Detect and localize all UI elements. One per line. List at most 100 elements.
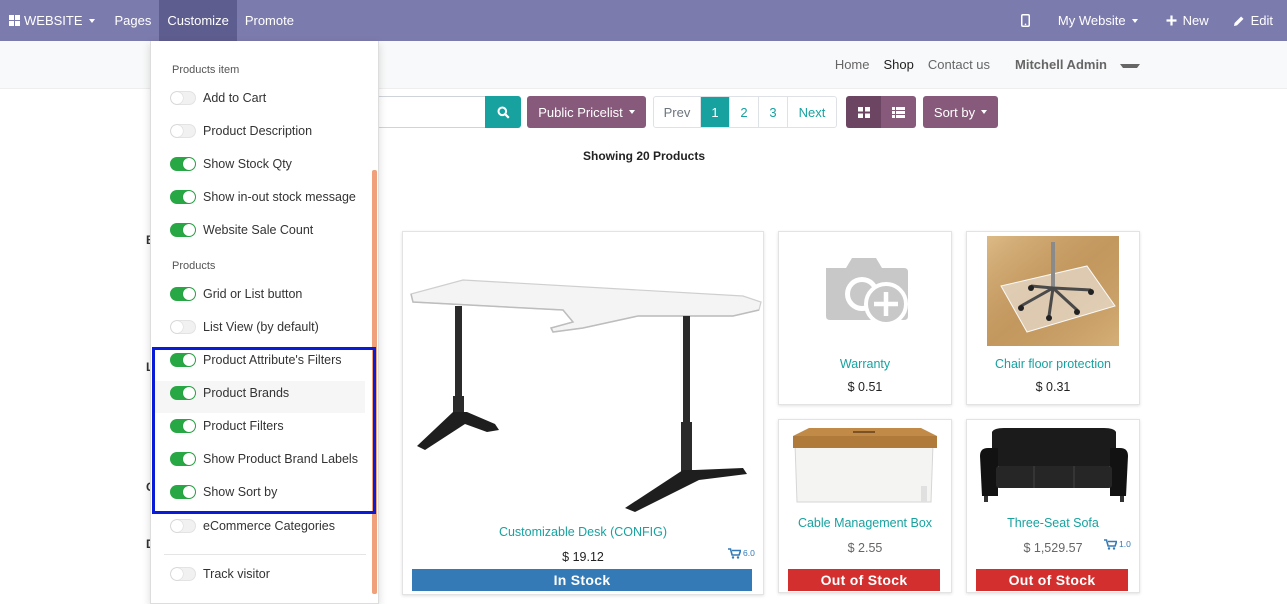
stock-status-badge: Out of Stock	[976, 569, 1128, 591]
product-price: $ 0.51	[847, 380, 883, 394]
option-label: Show Stock Qty	[203, 157, 292, 171]
option-label: Track visitor	[203, 567, 270, 581]
option-stock-message[interactable]: Show in-out stock message	[170, 187, 356, 207]
search-button[interactable]	[485, 96, 521, 128]
site-nav: Home Shop Contact us Mitchell Admin	[828, 57, 1147, 72]
pager-prev[interactable]: Prev	[654, 97, 701, 127]
menu-promote[interactable]: Promote	[237, 0, 302, 41]
option-product-description[interactable]: Product Description	[170, 121, 312, 141]
product-card[interactable]: Cable Management Box $ 2.55 Out of Stock	[778, 419, 952, 593]
mobile-icon	[1020, 14, 1030, 27]
toggle-switch[interactable]	[170, 124, 196, 138]
new-button[interactable]: New	[1152, 0, 1223, 41]
apps-menu-button[interactable]: WEBSITE	[0, 0, 103, 41]
sort-by-dropdown[interactable]: Sort by	[923, 96, 998, 128]
pencil-icon	[1233, 16, 1244, 26]
chevron-down-icon	[1120, 63, 1140, 68]
grid-view-button[interactable]	[846, 96, 881, 128]
user-menu[interactable]: Mitchell Admin	[1001, 57, 1147, 72]
my-website-dropdown[interactable]: My Website	[1044, 0, 1152, 41]
highlight-annotation-box	[152, 347, 376, 514]
toggle-switch[interactable]	[170, 519, 196, 533]
cart-quantity-value: 1.0	[1119, 539, 1131, 549]
option-add-to-cart[interactable]: Add to Cart	[170, 88, 266, 108]
menu-promote-label: Promote	[244, 13, 294, 28]
option-grid-or-list[interactable]: Grid or List button	[170, 284, 302, 304]
section-header-products-item: Products item	[172, 64, 240, 76]
toggle-switch[interactable]	[170, 190, 196, 204]
grid-icon	[857, 106, 870, 118]
user-name: Mitchell Admin	[1015, 57, 1107, 72]
menu-customize[interactable]: Customize	[159, 0, 237, 41]
toggle-switch[interactable]	[170, 567, 196, 581]
pricelist-label: Public Pricelist	[538, 104, 623, 120]
toggle-switch[interactable]	[170, 287, 196, 301]
cart-quantity-value: 6.0	[743, 548, 755, 558]
pager-page-3[interactable]: 3	[759, 97, 788, 127]
option-label: Grid or List button	[203, 287, 303, 301]
pager: Prev 1 2 3 Next	[653, 96, 837, 128]
product-image-sofa	[980, 428, 1128, 502]
edit-button[interactable]: Edit	[1223, 0, 1287, 41]
pager-page-1[interactable]: 1	[701, 97, 730, 127]
section-header-products: Products	[172, 260, 216, 272]
product-name[interactable]: Three-Seat Sofa	[967, 516, 1139, 530]
toggle-switch[interactable]	[170, 157, 196, 171]
option-list-view-default[interactable]: List View (by default)	[170, 317, 319, 337]
product-name[interactable]: Customizable Desk (CONFIG)	[403, 525, 763, 539]
menu-pages-label: Pages	[114, 13, 152, 28]
menu-pages[interactable]: Pages	[107, 0, 160, 41]
product-price: $ 0.31	[1035, 380, 1071, 394]
mobile-preview-button[interactable]	[1007, 0, 1044, 41]
camera-plus-icon	[826, 258, 908, 326]
toggle-switch[interactable]	[170, 320, 196, 334]
edit-label: Edit	[1250, 13, 1273, 28]
product-count-text: Showing 20 Products	[583, 149, 706, 163]
view-toggle	[846, 96, 916, 128]
stock-status-badge: Out of Stock	[788, 569, 940, 591]
product-card[interactable]: Customizable Desk (CONFIG) $ 19.12 6.0 I…	[402, 231, 764, 595]
list-view-button[interactable]	[881, 96, 916, 128]
product-image-cable-box	[793, 428, 937, 503]
pricelist-dropdown[interactable]: Public Pricelist	[527, 96, 646, 128]
my-website-label: My Website	[1057, 13, 1126, 28]
option-label: eCommerce Categories	[203, 519, 335, 533]
chevron-down-icon	[1131, 18, 1138, 23]
product-price: $ 2.55	[847, 541, 883, 555]
option-website-sale-count[interactable]: Website Sale Count	[170, 220, 313, 240]
product-card[interactable]: Three-Seat Sofa $ 1,529.57 1.0 Out of St…	[966, 419, 1140, 593]
product-name[interactable]: Warranty	[779, 357, 951, 371]
product-card[interactable]: Chair floor protection $ 0.31	[966, 231, 1140, 405]
new-label: New	[1182, 13, 1209, 28]
option-show-stock-qty[interactable]: Show Stock Qty	[170, 154, 292, 174]
list-icon	[892, 106, 905, 118]
product-name[interactable]: Cable Management Box	[779, 516, 951, 530]
option-label: Add to Cart	[203, 91, 267, 105]
nav-shop[interactable]: Shop	[877, 57, 921, 72]
chevron-down-icon	[981, 110, 988, 114]
chevron-down-icon	[628, 110, 635, 114]
toggle-switch[interactable]	[170, 91, 196, 105]
cart-icon	[728, 548, 741, 559]
chevron-down-icon	[88, 18, 95, 23]
top-navbar: WEBSITE Pages Customize Promote My Websi…	[0, 0, 1287, 41]
cart-icon	[1104, 539, 1117, 550]
nav-contact[interactable]: Contact us	[921, 57, 997, 72]
option-label: Website Sale Count	[203, 223, 314, 237]
product-image-desk	[410, 279, 762, 512]
search-icon	[497, 106, 510, 119]
search-input[interactable]	[378, 96, 486, 128]
nav-home[interactable]: Home	[828, 57, 877, 72]
stock-status-badge: In Stock	[412, 569, 752, 591]
cart-quantity: 6.0	[728, 548, 755, 559]
option-track-visitor[interactable]: Track visitor	[170, 564, 270, 584]
pager-next[interactable]: Next	[788, 97, 836, 127]
option-label: Show in-out stock message	[203, 190, 356, 204]
option-ecommerce-categories[interactable]: eCommerce Categories	[170, 516, 335, 536]
pager-page-2[interactable]: 2	[730, 97, 759, 127]
product-name[interactable]: Chair floor protection	[967, 357, 1139, 371]
sort-by-label: Sort by	[933, 104, 976, 120]
product-card[interactable]: Warranty $ 0.51	[778, 231, 952, 405]
toggle-switch[interactable]	[170, 223, 196, 237]
product-price: $ 19.12	[562, 550, 604, 564]
